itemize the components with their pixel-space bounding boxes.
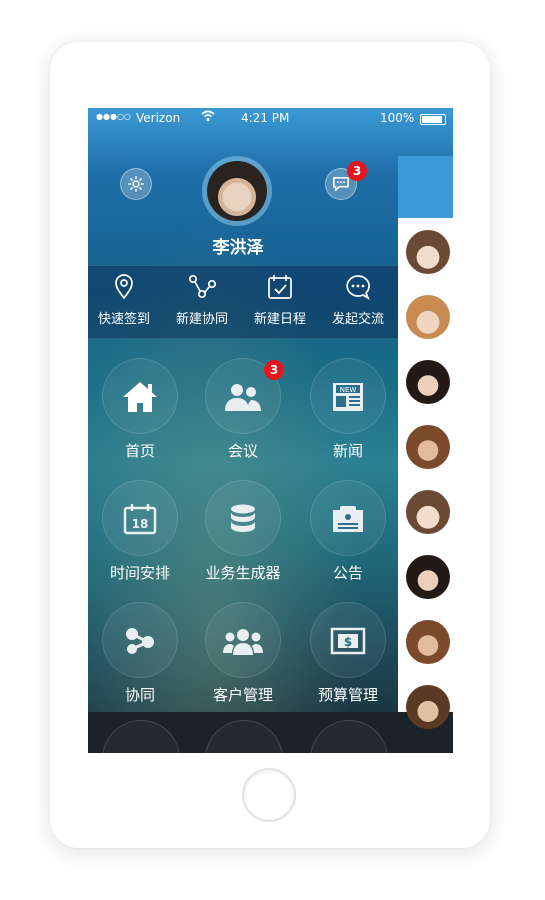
location-pin-icon bbox=[88, 274, 163, 304]
quick-actions-bar: 快速签到 新建协同 新建日程 发起交流 bbox=[88, 265, 398, 339]
quick-action-label: 新建协同 bbox=[175, 312, 228, 327]
newspaper-icon: NEW bbox=[310, 358, 386, 434]
signal-indicator: ●●●○○ bbox=[96, 112, 131, 121]
message-badge: 3 bbox=[347, 161, 367, 181]
menu-item-label: 会议 bbox=[227, 442, 258, 460]
quick-action-checkin[interactable]: 快速签到 bbox=[88, 274, 163, 327]
app-screen: ●●●○○ Verizon 4:21 PM 100% 李洪泽 3 快速签到 新建… bbox=[88, 108, 453, 753]
money-icon-text: $ bbox=[344, 635, 352, 649]
home-button[interactable] bbox=[242, 768, 296, 822]
quick-action-label: 新建日程 bbox=[253, 312, 306, 327]
quick-action-label: 快速签到 bbox=[97, 312, 150, 327]
contact-avatar[interactable] bbox=[406, 295, 450, 339]
money-icon: $ bbox=[310, 602, 386, 678]
menu-item-schedule[interactable]: 18 时间安排 bbox=[90, 480, 190, 583]
menu-item-label: 时间安排 bbox=[109, 564, 170, 582]
battery-icon bbox=[420, 114, 446, 125]
quick-action-start-chat[interactable]: 发起交流 bbox=[319, 274, 397, 327]
contact-avatar[interactable] bbox=[406, 490, 450, 534]
contact-avatar[interactable] bbox=[406, 425, 450, 469]
contact-avatar[interactable] bbox=[406, 230, 450, 274]
calendar-icon-text: 18 bbox=[132, 517, 149, 531]
database-icon bbox=[205, 480, 281, 556]
quick-action-new-collab[interactable]: 新建协同 bbox=[163, 274, 241, 327]
menu-item-news[interactable]: NEW 新闻 bbox=[298, 358, 398, 461]
calendar-icon: 18 bbox=[102, 480, 178, 556]
share-nodes-icon bbox=[163, 274, 241, 304]
status-bar: ●●●○○ Verizon 4:21 PM 100% bbox=[88, 108, 453, 130]
wifi-icon bbox=[201, 110, 215, 125]
menu-item-label: 业务生成器 bbox=[205, 564, 281, 582]
contact-avatar[interactable] bbox=[406, 360, 450, 404]
menu-item-collaborate[interactable]: 协同 bbox=[90, 602, 190, 705]
contact-avatar[interactable] bbox=[406, 620, 450, 664]
menu-item-budget-management[interactable]: $ 预算管理 bbox=[298, 602, 398, 705]
battery-percent: 100% bbox=[380, 111, 415, 125]
menu-item-label: 新闻 bbox=[332, 442, 363, 460]
quick-action-new-schedule[interactable]: 新建日程 bbox=[241, 274, 319, 327]
menu-item-business-generator[interactable]: 业务生成器 bbox=[193, 480, 293, 583]
menu-item-customer-management[interactable]: 客户管理 bbox=[193, 602, 293, 705]
news-icon-text: NEW bbox=[340, 386, 357, 394]
meeting-badge: 3 bbox=[264, 360, 284, 380]
menu-item-label: 客户管理 bbox=[212, 686, 273, 704]
contact-panel-header bbox=[398, 156, 453, 218]
user-name: 李洪泽 bbox=[212, 238, 264, 258]
user-avatar[interactable] bbox=[202, 156, 272, 226]
contact-avatar[interactable] bbox=[406, 685, 450, 729]
clock: 4:21 PM bbox=[241, 111, 290, 125]
calendar-check-icon bbox=[241, 274, 319, 304]
customers-icon bbox=[205, 602, 281, 678]
chat-bubble-icon bbox=[319, 274, 397, 304]
menu-item-label: 预算管理 bbox=[317, 686, 378, 704]
menu-item-label: 首页 bbox=[124, 442, 155, 460]
contact-panel bbox=[398, 156, 453, 729]
contact-avatar[interactable] bbox=[406, 555, 450, 599]
collaborate-icon bbox=[102, 602, 178, 678]
menu-item-home[interactable]: 首页 bbox=[90, 358, 190, 461]
menu-item-announcement[interactable]: 公告 bbox=[298, 480, 398, 583]
gear-icon[interactable] bbox=[120, 168, 152, 200]
home-icon bbox=[102, 358, 178, 434]
quick-action-label: 发起交流 bbox=[331, 312, 384, 327]
menu-item-label: 公告 bbox=[332, 564, 363, 582]
carrier-name: Verizon bbox=[136, 111, 181, 125]
announcement-icon bbox=[310, 480, 386, 556]
menu-item-label: 协同 bbox=[124, 686, 155, 704]
avatar-photo bbox=[207, 161, 267, 221]
